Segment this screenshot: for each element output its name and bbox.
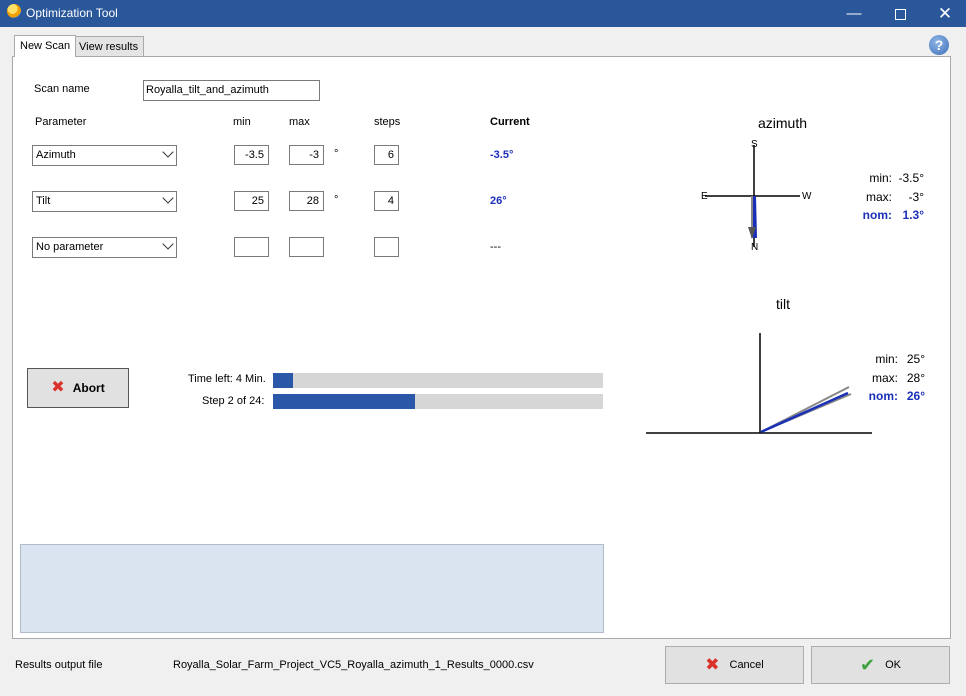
tilt-min-value: 25° — [906, 352, 925, 366]
min-input-none[interactable] — [234, 237, 269, 257]
max-input-none[interactable] — [289, 237, 324, 257]
abort-icon: ✖ — [51, 379, 65, 396]
azimuth-min-label: min: — [869, 171, 892, 185]
header-parameter: Parameter — [35, 116, 87, 128]
time-left-label: Time left: 4 Min. — [188, 373, 266, 385]
tilt-diagram — [646, 333, 872, 434]
minimize-button[interactable]: — — [831, 0, 877, 27]
chevron-down-icon — [162, 146, 174, 158]
window-title: Optimization Tool — [26, 6, 118, 20]
parameter-select-value: No parameter — [36, 241, 104, 253]
tilt-nom-value: 26° — [906, 389, 925, 403]
header-min: min — [233, 116, 251, 128]
max-input-azimuth[interactable]: -3 — [289, 145, 324, 165]
header-max: max — [289, 116, 310, 128]
maximize-button[interactable] — [877, 0, 923, 27]
abort-label: Abort — [72, 381, 105, 395]
step-progress-bar — [273, 394, 603, 409]
tilt-min-label: min: — [875, 352, 898, 366]
tilt-max-value: 28° — [906, 371, 925, 385]
tilt-nominal-line — [760, 391, 849, 434]
header-steps: steps — [374, 116, 401, 128]
help-icon[interactable]: ? — [929, 35, 949, 55]
results-output-label: Results output file — [15, 659, 103, 671]
azimuth-min-value: -3.5° — [898, 171, 924, 185]
azimuth-max-value: -3° — [908, 190, 924, 204]
tilt-max-label: max: — [871, 371, 898, 385]
tilt-title: tilt — [776, 296, 790, 312]
abort-button[interactable]: ✖ Abort — [27, 368, 129, 408]
tilt-nom-label: nom: — [868, 389, 898, 403]
ok-label: OK — [885, 659, 901, 671]
title-bar — [0, 0, 966, 27]
app-icon — [7, 4, 21, 18]
current-value-none: --- — [490, 241, 501, 253]
current-value-azimuth: -3.5° — [490, 149, 514, 161]
compass-n-label: N — [751, 242, 759, 253]
current-value-tilt: 26° — [490, 195, 507, 207]
close-button[interactable]: ✕ — [922, 0, 966, 27]
steps-input-tilt[interactable]: 4 — [374, 191, 399, 211]
unit-degree: ° — [334, 194, 339, 206]
maximize-icon — [894, 8, 906, 20]
tab-view-results[interactable]: View results — [73, 36, 145, 56]
time-progress-bar — [273, 373, 603, 388]
cancel-button[interactable]: ✖ Cancel — [665, 646, 804, 684]
azimuth-nom-value: 1.3° — [902, 208, 924, 222]
step-progress-fill — [273, 394, 415, 409]
ok-button[interactable]: ✔ OK — [811, 646, 950, 684]
parameter-select-tilt[interactable]: Tilt — [32, 191, 177, 212]
azimuth-title: azimuth — [758, 115, 808, 131]
message-area — [20, 544, 604, 633]
parameter-select-none[interactable]: No parameter — [32, 237, 177, 258]
cancel-icon: ✖ — [705, 655, 720, 675]
checkmark-icon: ✔ — [860, 655, 876, 676]
parameter-select-value: Tilt — [36, 195, 51, 207]
max-input-tilt[interactable]: 28 — [289, 191, 324, 211]
scan-name-label: Scan name — [34, 83, 90, 95]
azimuth-max-label: max: — [865, 190, 892, 204]
header-current: Current — [490, 116, 530, 128]
azimuth-compass — [705, 145, 800, 247]
unit-degree: ° — [334, 148, 339, 160]
tab-new-scan[interactable]: New Scan — [14, 35, 77, 57]
min-input-tilt[interactable]: 25 — [234, 191, 269, 211]
compass-w-label: W — [802, 191, 812, 202]
azimuth-nom-label: nom: — [862, 208, 892, 222]
compass-s-label: S — [751, 139, 758, 150]
steps-input-none[interactable] — [374, 237, 399, 257]
results-output-file: Royalla_Solar_Farm_Project_VC5_Royalla_a… — [173, 659, 534, 671]
chevron-down-icon — [162, 238, 174, 250]
chevron-down-icon — [162, 192, 174, 204]
step-label: Step 2 of 24: — [202, 395, 265, 407]
scan-name-input[interactable]: Royalla_tilt_and_azimuth — [143, 80, 320, 101]
parameter-select-value: Azimuth — [36, 149, 76, 161]
min-input-azimuth[interactable]: -3.5 — [234, 145, 269, 165]
steps-input-azimuth[interactable]: 6 — [374, 145, 399, 165]
time-progress-fill — [273, 373, 293, 388]
compass-e-label: E — [701, 191, 708, 202]
parameter-select-azimuth[interactable]: Azimuth — [32, 145, 177, 166]
cancel-label: Cancel — [729, 659, 764, 671]
